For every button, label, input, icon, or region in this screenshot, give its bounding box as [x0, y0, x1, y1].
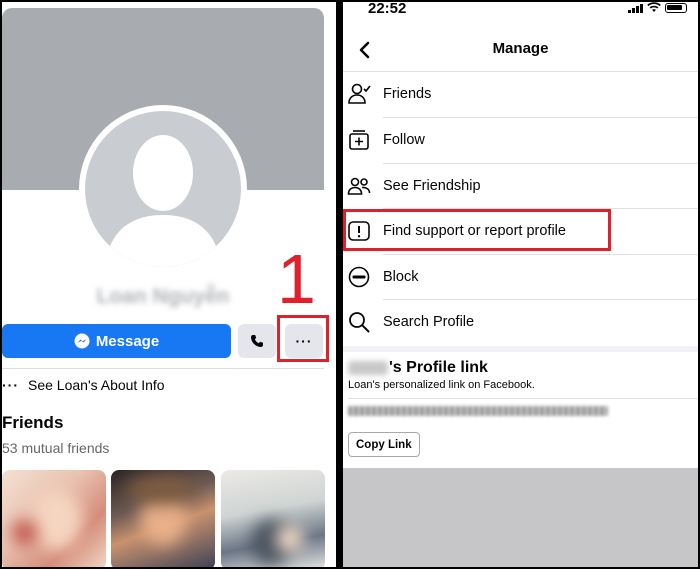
search-icon	[347, 310, 371, 334]
profile-link-heading: 's Profile link	[348, 359, 488, 377]
follow-plus-icon	[347, 128, 371, 152]
empty-gray-area	[343, 468, 698, 567]
profile-screen: Loan Nguyễn 1 Message ··· ··· See Loan's…	[2, 2, 336, 567]
profile-avatar[interactable]	[79, 105, 247, 273]
menu-item-label: Search Profile	[383, 314, 475, 330]
menu-item-block[interactable]: Block	[343, 255, 698, 299]
messenger-icon	[74, 333, 90, 349]
battery-icon	[665, 2, 687, 13]
see-about-info-link[interactable]: ··· See Loan's About Info	[2, 375, 324, 395]
friend-photo[interactable]	[2, 470, 106, 567]
block-icon	[347, 265, 371, 289]
screenshot-frame: Loan Nguyễn 1 Message ··· ··· See Loan's…	[0, 0, 700, 569]
highlight-box-more	[277, 315, 329, 362]
message-button-label: Message	[95, 332, 160, 350]
menu-item-search-profile[interactable]: Search Profile	[343, 300, 698, 344]
divider	[2, 368, 324, 369]
step-1-marker: 1	[277, 240, 316, 318]
status-bar-time: 22:52	[368, 2, 407, 17]
navigation-bar: Manage	[343, 32, 698, 68]
default-avatar-silhouette	[85, 111, 241, 267]
profile-name: Loan Nguyễn	[96, 285, 230, 308]
menu-item-see-friendship[interactable]: See Friendship	[343, 164, 698, 208]
about-info-label: See Loan's About Info	[28, 377, 165, 393]
highlight-box-report	[343, 209, 611, 251]
page-title: Manage	[492, 40, 549, 57]
profile-link-title: 's Profile link	[389, 359, 488, 376]
menu-item-follow[interactable]: Follow	[343, 118, 698, 162]
more-dots-icon: ···	[2, 377, 19, 393]
profile-link-url-blurred	[348, 406, 608, 416]
menu-item-label: Follow	[383, 132, 425, 148]
call-button[interactable]	[238, 324, 276, 358]
divider	[348, 398, 698, 399]
message-button[interactable]: Message	[2, 324, 231, 358]
friend-photo[interactable]	[221, 470, 325, 567]
section-divider	[343, 346, 698, 352]
friend-check-icon	[347, 82, 371, 106]
menu-item-friends[interactable]: Friends	[343, 72, 698, 116]
blurred-name	[348, 361, 388, 375]
friendship-icon	[347, 174, 371, 198]
phone-icon	[251, 335, 263, 347]
menu-item-label: Block	[383, 269, 419, 285]
person-silhouette-icon	[105, 135, 221, 267]
friend-photo[interactable]	[111, 470, 215, 567]
copy-link-button[interactable]: Copy Link	[348, 432, 420, 457]
menu-item-label: See Friendship	[383, 178, 481, 194]
status-bar-icons	[628, 2, 687, 13]
signal-icon	[628, 3, 643, 13]
mutual-friends-count: 53 mutual friends	[2, 440, 110, 456]
friends-heading: Friends	[2, 413, 64, 432]
menu-item-label: Friends	[383, 86, 432, 102]
profile-link-subtitle: Loan's personalized link on Facebook.	[348, 379, 535, 391]
wifi-icon	[647, 2, 661, 12]
manage-screen: 22:52 Manage Friends Follow See Friendsh…	[343, 2, 698, 567]
